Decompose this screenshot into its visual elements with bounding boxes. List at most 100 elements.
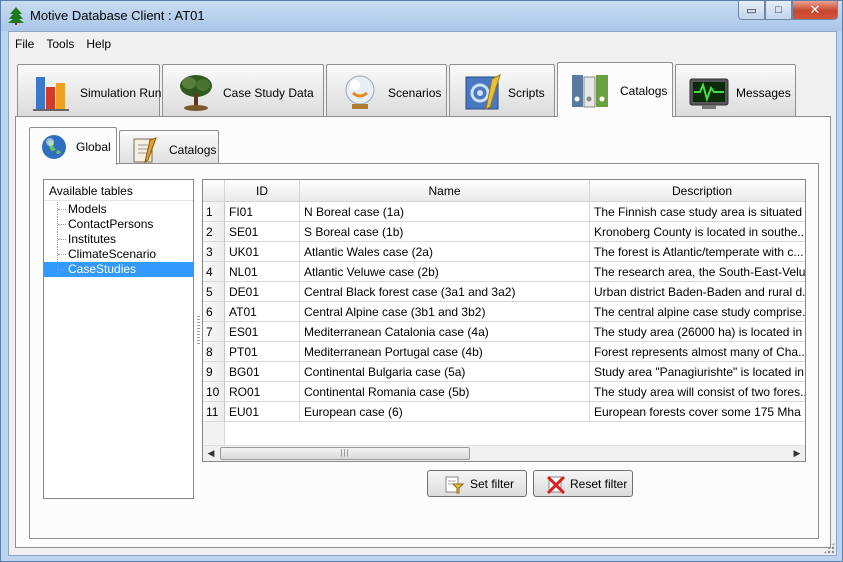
row-number[interactable]: 10 bbox=[203, 382, 225, 402]
cell-id[interactable]: FI01 bbox=[225, 202, 300, 222]
cell-id[interactable]: UK01 bbox=[225, 242, 300, 262]
table-row[interactable]: 6 AT01 Central Alpine case (3b1 and 3b2) Th… bbox=[203, 302, 805, 322]
table-row[interactable]: 2 SE01 S Boreal case (1b) Kronoberg County … bbox=[203, 222, 805, 242]
cell-id[interactable]: ES01 bbox=[225, 322, 300, 342]
minimize-icon: ▭ bbox=[746, 4, 757, 17]
minimize-button[interactable]: ▭ bbox=[738, 1, 765, 20]
cell-name[interactable]: Central Black forest case (3a1 and 3a2) bbox=[300, 282, 590, 302]
tree-item-models[interactable]: Models bbox=[44, 202, 193, 217]
cell-name[interactable]: Continental Romania case (5b) bbox=[300, 382, 590, 402]
binders-icon bbox=[572, 75, 608, 108]
menu-tools[interactable]: Tools bbox=[40, 32, 80, 55]
menu-file[interactable]: File bbox=[9, 32, 40, 55]
table-header: ID Name Description bbox=[203, 180, 805, 202]
row-number[interactable]: 6 bbox=[203, 302, 225, 322]
filter-icon bbox=[445, 476, 464, 494]
table-row[interactable]: 5 DE01 Central Black forest case (3a1 and … bbox=[203, 282, 805, 302]
table-row[interactable]: 10 RO01 Continental Romania case (5b) The s… bbox=[203, 382, 805, 402]
menu-help[interactable]: Help bbox=[80, 32, 117, 55]
tab-case-study-data[interactable]: Case Study Data bbox=[162, 64, 324, 116]
cell-id[interactable]: SE01 bbox=[225, 222, 300, 242]
tab-label: Case Study Data bbox=[223, 86, 314, 100]
tab-label: Scripts bbox=[508, 86, 545, 100]
cell-name[interactable]: S Boreal case (1b) bbox=[300, 222, 590, 242]
maximize-button[interactable]: □ bbox=[765, 1, 792, 20]
tab-simulation-run[interactable]: Simulation Run bbox=[17, 64, 161, 116]
cell-description[interactable]: The Finnish case study area is situated … bbox=[590, 202, 805, 222]
tab-label: Scenarios bbox=[388, 86, 442, 100]
set-filter-button[interactable]: Set filter bbox=[427, 470, 527, 497]
column-header-name[interactable]: Name bbox=[300, 180, 590, 202]
cell-description[interactable]: The central alpine case study comprise..… bbox=[590, 302, 805, 322]
cell-description[interactable]: The study area will consist of two fores… bbox=[590, 382, 805, 402]
column-header-id[interactable]: ID bbox=[225, 180, 300, 202]
cell-id[interactable]: AT01 bbox=[225, 302, 300, 322]
table-row[interactable]: 9 BG01 Continental Bulgaria case (5a) Study… bbox=[203, 362, 805, 382]
tree-item-label: ClimateScenario bbox=[68, 247, 157, 261]
close-button[interactable]: ✕ bbox=[792, 1, 838, 20]
cell-name[interactable]: Mediterranean Portugal case (4b) bbox=[300, 342, 590, 362]
scroll-right-icon[interactable]: ▶ bbox=[789, 446, 805, 461]
table-row[interactable]: 4 NL01 Atlantic Veluwe case (2b) The resear… bbox=[203, 262, 805, 282]
cell-id[interactable]: EU01 bbox=[225, 402, 300, 422]
tree-item-casestudies[interactable]: CaseStudies bbox=[44, 262, 193, 277]
cell-id[interactable]: BG01 bbox=[225, 362, 300, 382]
subtab-global[interactable]: Global bbox=[29, 127, 117, 165]
row-number[interactable]: 2 bbox=[203, 222, 225, 242]
cell-id[interactable]: DE01 bbox=[225, 282, 300, 302]
title-bar[interactable]: Motive Database Client : AT01 ▭ □ ✕ bbox=[1, 1, 842, 31]
row-number[interactable]: 3 bbox=[203, 242, 225, 262]
tree-item-institutes[interactable]: Institutes bbox=[44, 232, 193, 247]
row-number[interactable]: 1 bbox=[203, 202, 225, 222]
row-number[interactable]: 8 bbox=[203, 342, 225, 362]
tab-scenarios[interactable]: Scenarios bbox=[326, 64, 447, 116]
row-number[interactable]: 7 bbox=[203, 322, 225, 342]
subtab-catalogs[interactable]: Catalogs bbox=[119, 130, 219, 165]
tab-catalogs[interactable]: Catalogs bbox=[557, 62, 673, 117]
cell-name[interactable]: Mediterranean Catalonia case (4a) bbox=[300, 322, 590, 342]
cell-description[interactable]: The research area, the South-East-Velu..… bbox=[590, 262, 805, 282]
case-studies-table[interactable]: ID Name Description 1 FI01 N Boreal case (… bbox=[202, 179, 806, 462]
cell-name[interactable]: Atlantic Wales case (2a) bbox=[300, 242, 590, 262]
set-filter-label: Set filter bbox=[470, 477, 515, 491]
cell-name[interactable]: Continental Bulgaria case (5a) bbox=[300, 362, 590, 382]
cell-description[interactable]: The forest is Atlantic/temperate with c.… bbox=[590, 242, 805, 262]
table-row[interactable]: 3 UK01 Atlantic Wales case (2a) The forest … bbox=[203, 242, 805, 262]
table-row[interactable]: 1 FI01 N Boreal case (1a) The Finnish case … bbox=[203, 202, 805, 222]
menu-bar: File Tools Help bbox=[9, 32, 836, 55]
row-number[interactable]: 9 bbox=[203, 362, 225, 382]
crystal-ball-icon bbox=[345, 75, 375, 109]
cell-name[interactable]: Atlantic Veluwe case (2b) bbox=[300, 262, 590, 282]
table-row[interactable]: 7 ES01 Mediterranean Catalonia case (4a) Th… bbox=[203, 322, 805, 342]
client-area: File Tools Help Simulation Run Case Stud… bbox=[8, 31, 837, 556]
tab-messages[interactable]: Messages bbox=[675, 64, 796, 116]
cell-name[interactable]: European case (6) bbox=[300, 402, 590, 422]
cell-description[interactable]: Kronoberg County is located in southe... bbox=[590, 222, 805, 242]
tab-scripts[interactable]: Scripts bbox=[449, 64, 555, 116]
cell-description[interactable]: Urban district Baden-Baden and rural d..… bbox=[590, 282, 805, 302]
tree-item-climatescenario[interactable]: ClimateScenario bbox=[44, 247, 193, 262]
row-number[interactable]: 4 bbox=[203, 262, 225, 282]
cell-description[interactable]: Study area "Panagiurishte" is located in… bbox=[590, 362, 805, 382]
table-row[interactable]: 8 PT01 Mediterranean Portugal case (4b) For… bbox=[203, 342, 805, 362]
horizontal-scrollbar[interactable]: ◀ ||| ▶ bbox=[203, 445, 805, 461]
splitter-handle[interactable] bbox=[197, 314, 200, 344]
tree-header: Available tables bbox=[44, 180, 193, 201]
available-tables-tree[interactable]: Available tables Models ContactPersons I… bbox=[43, 179, 194, 499]
tree-item-contactpersons[interactable]: ContactPersons bbox=[44, 217, 193, 232]
cell-id[interactable]: RO01 bbox=[225, 382, 300, 402]
scroll-thumb[interactable]: ||| bbox=[220, 447, 470, 460]
cell-id[interactable]: PT01 bbox=[225, 342, 300, 362]
scroll-left-icon[interactable]: ◀ bbox=[203, 446, 219, 461]
cell-name[interactable]: N Boreal case (1a) bbox=[300, 202, 590, 222]
cell-description[interactable]: Forest represents almost many of Cha... bbox=[590, 342, 805, 362]
cell-description[interactable]: European forests cover some 175 Mha ... bbox=[590, 402, 805, 422]
cell-name[interactable]: Central Alpine case (3b1 and 3b2) bbox=[300, 302, 590, 322]
row-number[interactable]: 5 bbox=[203, 282, 225, 302]
cell-description[interactable]: The study area (26000 ha) is located in … bbox=[590, 322, 805, 342]
row-number[interactable]: 11 bbox=[203, 402, 225, 422]
table-row[interactable]: 11 EU01 European case (6) European forests … bbox=[203, 402, 805, 422]
column-header-description[interactable]: Description bbox=[590, 180, 805, 202]
reset-filter-button[interactable]: Reset filter bbox=[533, 470, 633, 497]
cell-id[interactable]: NL01 bbox=[225, 262, 300, 282]
